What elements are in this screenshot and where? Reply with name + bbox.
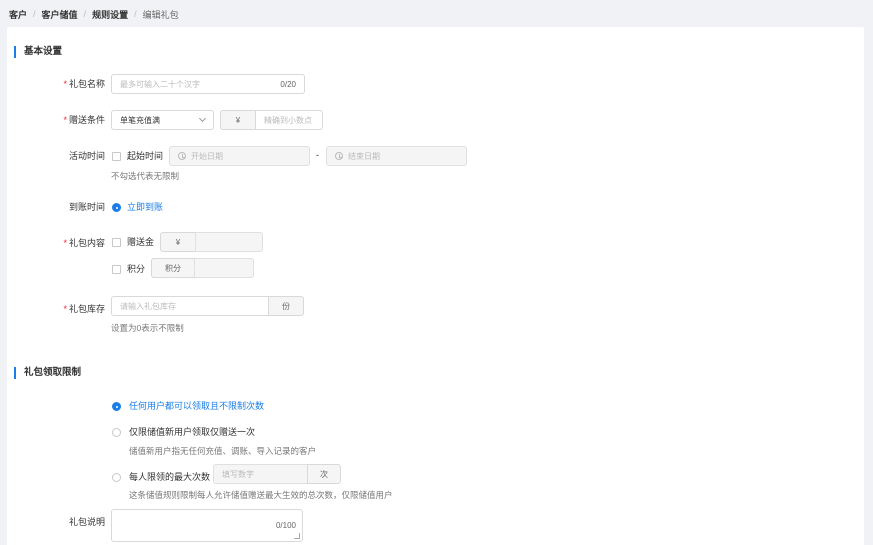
- gift-condition-select[interactable]: 单笔充值满: [111, 110, 214, 130]
- resize-handle-icon[interactable]: [294, 533, 300, 539]
- limit-new-user-label[interactable]: 仅限储值新用户领取仅赠送一次: [129, 426, 255, 438]
- section-title-basic: 基本设置: [14, 46, 62, 58]
- label-activity-time: 活动时间: [68, 151, 105, 161]
- clock-icon: [178, 152, 186, 160]
- package-description-textarea[interactable]: 0/100: [111, 509, 303, 542]
- breadcrumb-edit-package: 编辑礼包: [142, 9, 179, 20]
- label-package-name: * 礼包名称: [63, 79, 105, 89]
- breadcrumb-customer[interactable]: 客户: [9, 8, 27, 21]
- stock-hint: 设置为0表示不限制: [111, 323, 184, 333]
- breadcrumb-separator: /: [33, 9, 36, 19]
- section-title-limit: 礼包领取限制: [14, 367, 81, 379]
- breadcrumb-separator: /: [83, 9, 87, 19]
- points-label: 积分: [127, 264, 146, 274]
- gift-money-input[interactable]: [195, 232, 263, 252]
- package-name-input[interactable]: 最多可输入二十个汉字 0/20: [111, 74, 305, 94]
- label-gift-condition: * 赠送条件: [63, 115, 105, 125]
- end-date-input[interactable]: 结束日期: [326, 146, 467, 166]
- breadcrumb-rule-settings[interactable]: 规则设置: [92, 8, 128, 21]
- chevron-down-icon: [198, 114, 207, 123]
- label-package-stock: * 礼包库存: [63, 304, 105, 314]
- stock-unit-addon: 份: [268, 296, 304, 316]
- clock-icon: [335, 152, 343, 160]
- limit-max-times-radio[interactable]: [112, 473, 121, 482]
- currency-addon: ¥: [220, 110, 256, 130]
- start-time-checkbox-label: 起始时间: [127, 151, 164, 161]
- start-date-input[interactable]: 开始日期: [169, 146, 310, 166]
- required-mark: *: [63, 304, 67, 314]
- limit-new-user-radio[interactable]: [112, 428, 121, 437]
- start-time-checkbox[interactable]: [112, 152, 121, 161]
- required-mark: *: [63, 115, 67, 125]
- limit-max-times-hint: 这条储值规则限制每人允许储值赠送最大生效的总次数，仅限储值用户: [129, 490, 393, 500]
- required-mark: *: [63, 79, 67, 89]
- package-stock-input[interactable]: 请输入礼包库存: [111, 296, 269, 316]
- limit-new-user-hint: 储值新用户指无任何充值、调账、导入记录的客户: [129, 446, 317, 456]
- max-times-unit-addon: 次: [307, 464, 341, 484]
- arrival-immediate-label[interactable]: 立即到账: [127, 201, 163, 213]
- points-addon: 积分: [151, 258, 195, 278]
- limit-any-user-label[interactable]: 任何用户都可以领取且不限制次数: [129, 400, 264, 412]
- label-package-description: 礼包说明: [68, 517, 105, 527]
- required-mark: *: [63, 238, 67, 248]
- package-name-counter: 0/20: [280, 79, 296, 89]
- activity-time-hint: 不勾选代表无限制: [111, 171, 180, 181]
- breadcrumb: 客户 / 客户储值 / 规则设置 / 编辑礼包: [9, 7, 179, 21]
- arrival-immediate-radio[interactable]: [112, 203, 121, 212]
- limit-any-user-radio[interactable]: [112, 402, 121, 411]
- points-input[interactable]: [194, 258, 254, 278]
- breadcrumb-customer-stored-value[interactable]: 客户储值: [42, 8, 78, 21]
- gift-money-checkbox[interactable]: [112, 238, 121, 247]
- description-counter: 0/100: [275, 521, 296, 530]
- breadcrumb-separator: /: [134, 9, 137, 19]
- date-range-separator: -: [316, 150, 319, 160]
- gift-money-label: 赠送金: [127, 237, 155, 247]
- label-package-content: * 礼包内容: [63, 238, 105, 248]
- points-checkbox[interactable]: [112, 265, 121, 274]
- form-card: 基本设置 * 礼包名称 最多可输入二十个汉字 0/20 * 赠送条件 单笔充值满 ¥…: [7, 27, 864, 545]
- label-arrival-time: 到账时间: [68, 202, 105, 212]
- limit-max-times-label[interactable]: 每人限领的最大次数: [129, 471, 210, 483]
- max-times-input[interactable]: 填写数字: [213, 464, 308, 484]
- condition-amount-input[interactable]: 精确到小数点: [255, 110, 323, 130]
- gift-currency-addon: ¥: [160, 232, 196, 252]
